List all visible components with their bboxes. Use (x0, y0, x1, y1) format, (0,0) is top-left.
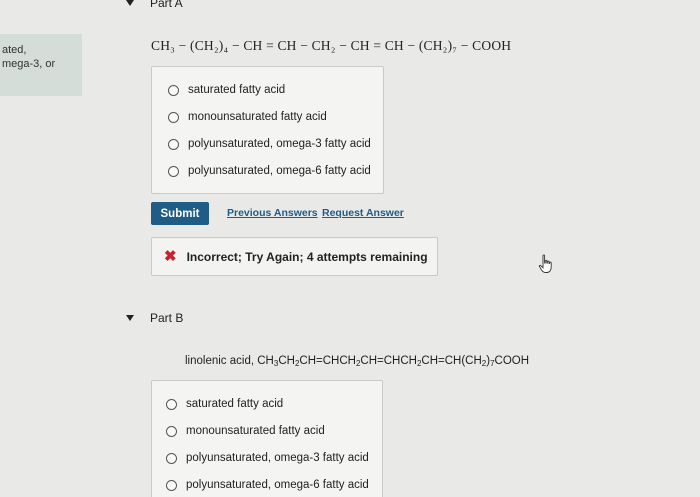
question-text: CH (278, 355, 295, 367)
part-a-options-box: saturated fatty acid monounsaturated fat… (151, 66, 384, 194)
radio-button-icon[interactable] (168, 165, 179, 177)
question-text: CH=CHCH (299, 355, 356, 367)
option-label: saturated fatty acid (186, 398, 284, 410)
part-a-option-omega3[interactable]: polyunsaturated, omega-3 fatty acid (168, 138, 371, 150)
feedback-message: ✖ Incorrect; Try Again; 4 attempts remai… (151, 237, 438, 276)
radio-button-icon[interactable] (168, 84, 179, 96)
part-a-header[interactable]: Part A (126, 0, 183, 10)
previous-answers-link[interactable]: Previous Answers (227, 207, 318, 219)
submit-button[interactable]: Submit (151, 202, 209, 225)
question-text: linolenic acid, CH (185, 355, 274, 367)
radio-button-icon[interactable] (166, 452, 177, 464)
error-x-icon: ✖ (164, 248, 177, 265)
option-label: saturated fatty acid (188, 84, 286, 96)
radio-button-icon[interactable] (168, 111, 179, 123)
radio-button-icon[interactable] (168, 138, 179, 150)
hand-pointer-cursor-icon (538, 254, 552, 273)
radio-button-icon[interactable] (166, 479, 177, 491)
collapse-caret-icon[interactable] (126, 0, 134, 6)
option-label: monounsaturated fatty acid (186, 425, 325, 437)
part-a-option-monounsaturated[interactable]: monounsaturated fatty acid (168, 111, 327, 123)
part-b-option-omega6[interactable]: polyunsaturated, omega-6 fatty acid (166, 479, 369, 491)
part-b-option-omega3[interactable]: polyunsaturated, omega-3 fatty acid (166, 452, 369, 464)
part-a-formula: CH₃ − (CH₂)₄ − CH = CH − CH₂ − CH = CH −… (151, 38, 512, 53)
part-b-options-box: saturated fatty acid monounsaturated fat… (151, 380, 383, 497)
part-b-option-saturated[interactable]: saturated fatty acid (166, 398, 283, 410)
option-label: polyunsaturated, omega-3 fatty acid (188, 138, 371, 150)
part-b-option-monounsaturated[interactable]: monounsaturated fatty acid (166, 425, 325, 437)
part-a-option-omega6[interactable]: polyunsaturated, omega-6 fatty acid (168, 165, 371, 177)
option-label: monounsaturated fatty acid (188, 111, 327, 123)
question-text: COOH (494, 355, 530, 367)
part-b-header[interactable]: Part B (126, 311, 183, 325)
question-text: CH=CH(CH (421, 355, 482, 367)
part-b-question: linolenic acid, CH3CH2CH=CHCH2CH=CHCH2CH… (185, 355, 529, 368)
part-a-title: Part A (150, 0, 183, 10)
sidebar-text-line1: ated, (2, 44, 27, 56)
previous-question-panel: ated, mega-3, or (0, 34, 82, 96)
option-label: polyunsaturated, omega-6 fatty acid (186, 479, 369, 491)
question-text: CH=CHCH (360, 355, 417, 367)
part-b-title: Part B (150, 311, 184, 325)
request-answer-link[interactable]: Request Answer (322, 207, 404, 219)
option-label: polyunsaturated, omega-6 fatty acid (188, 165, 371, 177)
feedback-text: Incorrect; Try Again; 4 attempts remaini… (186, 249, 428, 264)
part-a-option-saturated[interactable]: saturated fatty acid (168, 84, 285, 96)
sidebar-text-line2: mega-3, or (2, 58, 56, 70)
radio-button-icon[interactable] (166, 398, 177, 410)
option-label: polyunsaturated, omega-3 fatty acid (186, 452, 369, 464)
radio-button-icon[interactable] (166, 425, 177, 437)
collapse-caret-icon[interactable] (126, 315, 134, 321)
